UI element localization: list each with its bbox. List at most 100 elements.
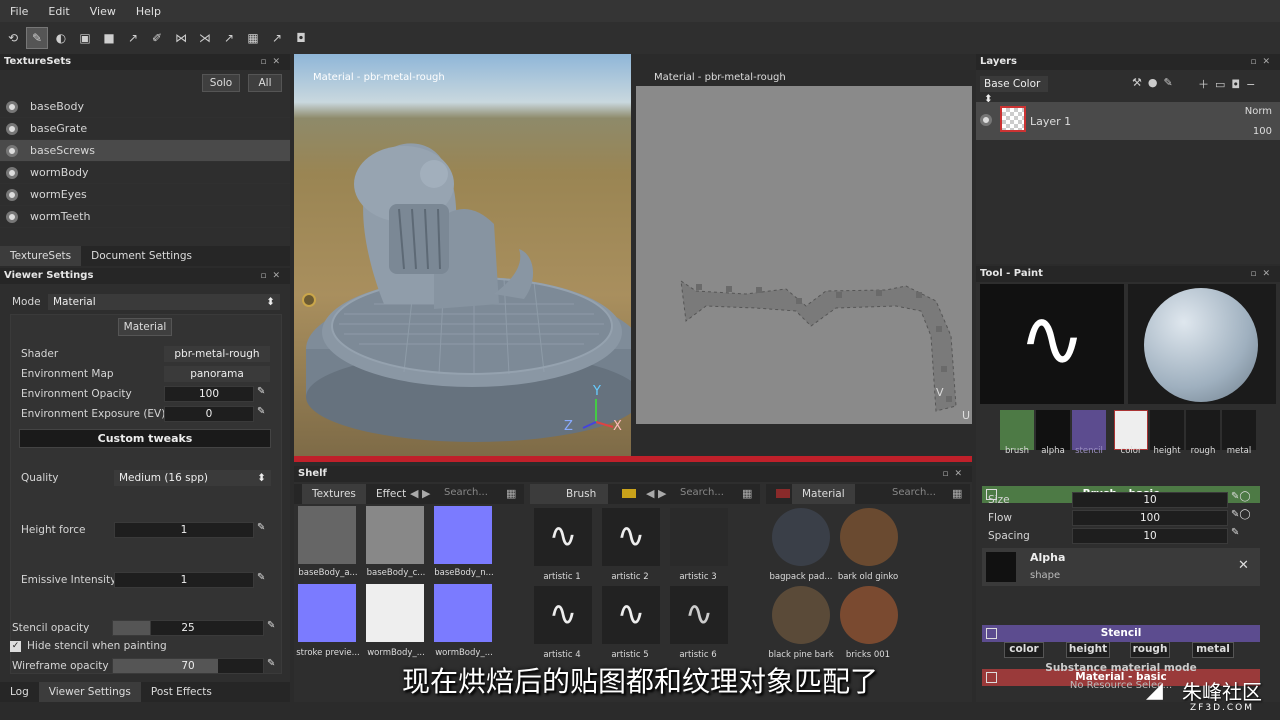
textureset-item[interactable]: wormTeeth — [0, 206, 290, 228]
material-thumb[interactable] — [772, 508, 830, 566]
shelf-textures-search[interactable]: Search... — [444, 487, 488, 498]
panel-controls-icon[interactable]: ▫✕ — [1250, 54, 1276, 70]
scroll-arrows-icon[interactable]: ◀ ▶ — [410, 487, 430, 500]
textureset-item[interactable]: baseGrate — [0, 118, 290, 140]
panel-controls-icon[interactable]: ▫✕ — [1250, 266, 1276, 282]
grid-icon[interactable]: ▦ — [242, 27, 264, 49]
rough-slot-icon[interactable] — [1186, 410, 1220, 450]
visibility-toggle-icon[interactable] — [6, 122, 18, 135]
mat-rough-toggle[interactable]: rough — [1130, 642, 1170, 658]
texture-thumb[interactable] — [298, 506, 356, 564]
camera-rotate-icon[interactable]: ⟲ — [2, 27, 24, 49]
symmetry-icon[interactable]: ⋈ — [170, 27, 192, 49]
menu-file[interactable]: File — [0, 5, 38, 18]
menu-edit[interactable]: Edit — [38, 5, 79, 18]
paint-brush-icon[interactable]: ✎ — [26, 27, 48, 49]
grid-view-icon[interactable]: ▦ — [742, 487, 752, 500]
collapse-icon[interactable] — [986, 628, 997, 639]
custom-tweaks-header[interactable]: Custom tweaks — [19, 429, 271, 448]
shelf-brush-search[interactable]: Search... — [680, 487, 724, 498]
brush-thumb[interactable]: ∿ — [602, 586, 660, 644]
visibility-toggle-icon[interactable] — [6, 100, 18, 113]
brush-thumb[interactable]: ∿ — [602, 508, 660, 566]
stencil-opacity-slider[interactable]: 25 — [112, 620, 264, 636]
light-rotation-icon[interactable] — [302, 293, 316, 307]
fill-icon[interactable]: ■ — [98, 27, 120, 49]
projection-icon[interactable]: ▣ — [74, 27, 96, 49]
visibility-toggle-icon[interactable] — [6, 144, 18, 157]
split-view-icon[interactable]: ↗ — [266, 27, 288, 49]
mode-select[interactable]: Material ⬍ — [48, 294, 280, 310]
stencil-slot-icon[interactable] — [1072, 410, 1106, 450]
edit-icon[interactable]: ✎ — [257, 406, 271, 421]
textureset-item[interactable]: wormBody — [0, 162, 290, 184]
scroll-arrows-icon[interactable]: ◀ ▶ — [646, 487, 666, 500]
material-button[interactable]: Material — [118, 318, 172, 336]
layer-row[interactable]: Layer 1 Norm 100 — [976, 102, 1280, 140]
texture-thumb[interactable] — [366, 506, 424, 564]
menu-view[interactable]: View — [80, 5, 126, 18]
brush-thumb[interactable]: ∿ — [534, 508, 592, 566]
panel-controls-icon[interactable]: ▫✕ — [260, 54, 286, 70]
stencil-header[interactable]: Stencil — [982, 625, 1260, 642]
tab-log[interactable]: Log — [0, 682, 39, 702]
uv-canvas[interactable]: V U — [636, 86, 972, 424]
texture-thumb[interactable] — [366, 584, 424, 642]
environment-opacity-field[interactable]: 100 — [164, 386, 254, 402]
mat-height-toggle[interactable]: height — [1066, 642, 1110, 658]
tab-texturesets[interactable]: TextureSets — [0, 246, 82, 266]
height-force-slider[interactable]: 1 — [114, 522, 254, 538]
grid-view-icon[interactable]: ▦ — [506, 487, 516, 500]
mat-metal-toggle[interactable]: metal — [1192, 642, 1234, 658]
material-thumb[interactable] — [772, 586, 830, 644]
material-thumb[interactable] — [840, 508, 898, 566]
spacing-slider[interactable]: 10 — [1072, 528, 1228, 544]
size-slider[interactable]: 10 — [1072, 492, 1228, 508]
2d-viewport[interactable]: Material - pbr-metal-rough V U — [634, 54, 972, 456]
flow-slider[interactable]: 100 — [1072, 510, 1228, 526]
texture-thumb[interactable] — [434, 584, 492, 642]
edit-icon[interactable]: ✎ — [267, 620, 281, 635]
layer-blend-mode[interactable]: Norm — [1245, 106, 1272, 117]
quality-select[interactable]: Medium (16 spp) ⬍ — [114, 470, 271, 486]
edit-icon[interactable]: ✎ — [257, 572, 271, 587]
emissive-intensity-slider[interactable]: 1 — [114, 572, 254, 588]
material-thumb[interactable] — [840, 586, 898, 644]
camera-icon[interactable]: ◘ — [290, 27, 312, 49]
alpha-row[interactable]: Alpha shape ✕ — [982, 548, 1260, 586]
tab-brush[interactable]: Brush — [530, 484, 609, 504]
visibility-toggle-icon[interactable] — [6, 210, 18, 223]
hide-stencil-checkbox[interactable]: ✓ — [10, 641, 21, 652]
all-button[interactable]: All — [248, 74, 282, 92]
brush-thumb[interactable] — [670, 508, 728, 566]
tab-post-effects[interactable]: Post Effects — [141, 682, 222, 702]
eraser-icon[interactable]: ◐ — [50, 27, 72, 49]
tab-document-settings[interactable]: Document Settings — [81, 246, 202, 266]
textureset-item-selected[interactable]: baseScrews — [0, 140, 290, 162]
tab-textures[interactable]: Textures — [302, 484, 366, 504]
edit-icon[interactable]: ✎ — [1231, 527, 1239, 538]
edit-icon[interactable]: ✎ — [257, 386, 271, 401]
textureset-item[interactable]: wormEyes — [0, 184, 290, 206]
edit-icon[interactable]: ✎◯ — [1231, 509, 1251, 520]
grid-view-icon[interactable]: ▦ — [952, 487, 962, 500]
color-picker-icon[interactable]: ✐ — [146, 27, 168, 49]
mirror-icon[interactable]: ⋊ — [194, 27, 216, 49]
channel-select[interactable]: Base Color ⬍ — [980, 76, 1048, 105]
close-icon[interactable]: ✕ — [1238, 558, 1249, 573]
bake-icon[interactable]: ↗ — [218, 27, 240, 49]
layer-visibility-icon[interactable] — [980, 114, 992, 126]
panel-controls-icon[interactable]: ▫✕ — [260, 268, 286, 284]
height-slot-icon[interactable] — [1150, 410, 1184, 450]
edit-icon[interactable]: ✎◯ — [1231, 491, 1251, 502]
environment-map-field[interactable]: panorama — [164, 366, 270, 382]
brush-thumb[interactable]: ∿ — [534, 586, 592, 644]
wireframe-opacity-slider[interactable]: 70 — [112, 658, 264, 674]
visibility-toggle-icon[interactable] — [6, 166, 18, 179]
shelf-material-search[interactable]: Search... — [892, 487, 936, 498]
3d-viewport[interactable]: Material - pbr-metal-rough Y Z X — [294, 54, 631, 456]
tab-viewer-settings[interactable]: Viewer Settings — [38, 682, 141, 702]
brush-slot-icon[interactable] — [1000, 410, 1034, 450]
panel-controls-icon[interactable]: ▫✕ — [942, 466, 968, 482]
mat-color-toggle[interactable]: color — [1004, 642, 1044, 658]
